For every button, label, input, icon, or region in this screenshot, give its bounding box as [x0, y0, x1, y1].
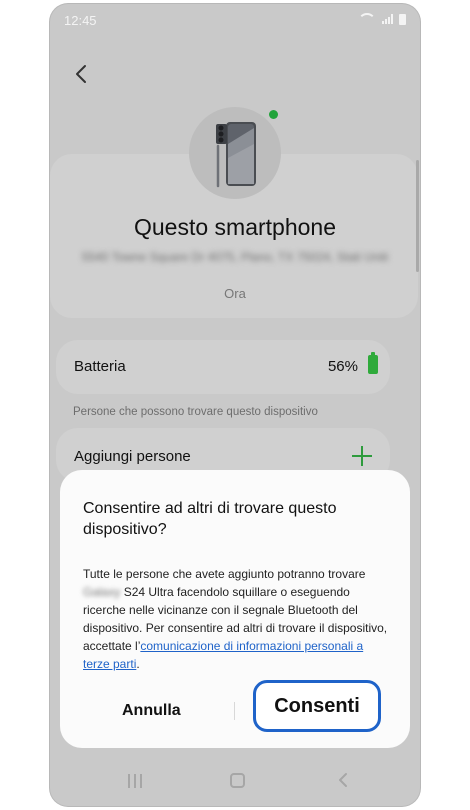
battery-value: 56%: [327, 358, 358, 375]
scrollbar[interactable]: [416, 160, 419, 272]
people-section-heading: Persone che possono trovare questo dispo…: [73, 406, 318, 418]
battery-icon: [368, 352, 378, 374]
wifi-icon: [358, 13, 376, 25]
device-updated-time: Ora: [224, 286, 246, 301]
permission-dialog: Consentire ad altri di trovare questo di…: [60, 470, 410, 748]
device-address: 5540 Towne Square Dr 4075, Plano, TX 750…: [81, 250, 389, 264]
device-title: Questo smartphone: [133, 214, 336, 240]
online-status-dot: [269, 110, 278, 119]
recents-icon[interactable]: [128, 774, 142, 788]
phone-screen: 12:45 Questo smartphone 5540 Towne Squar…: [50, 4, 420, 806]
smartphone-image: [216, 122, 256, 188]
plus-icon[interactable]: [352, 446, 372, 466]
dialog-body-text: Tutte le persone che avete aggiunto potr…: [83, 567, 366, 581]
status-bar: 12:45: [50, 4, 420, 36]
back-button[interactable]: [70, 62, 94, 86]
dialog-body-end: .: [136, 657, 140, 671]
dialog-body: Tutte le persone che avete aggiunto potr…: [83, 565, 393, 673]
blurred-device-name: Galaxy: [83, 585, 121, 599]
battery-status-icon: [399, 13, 406, 25]
battery-label: Batteria: [74, 358, 126, 375]
signal-icon: [382, 14, 393, 24]
back-icon[interactable]: [336, 772, 352, 788]
add-people-label: Aggiungi persone: [74, 448, 191, 465]
battery-card: Batteria 56%: [56, 340, 390, 394]
allow-button[interactable]: Consenti: [253, 680, 381, 732]
chevron-left-icon: [76, 65, 86, 83]
button-divider: [234, 702, 235, 720]
dialog-title: Consentire ad altri di trovare questo di…: [83, 500, 337, 538]
home-icon[interactable]: [230, 773, 245, 788]
status-icons: [358, 13, 406, 25]
navigation-bar: [50, 760, 420, 806]
cancel-button[interactable]: Annulla: [122, 702, 181, 720]
status-time: 12:45: [64, 13, 97, 28]
